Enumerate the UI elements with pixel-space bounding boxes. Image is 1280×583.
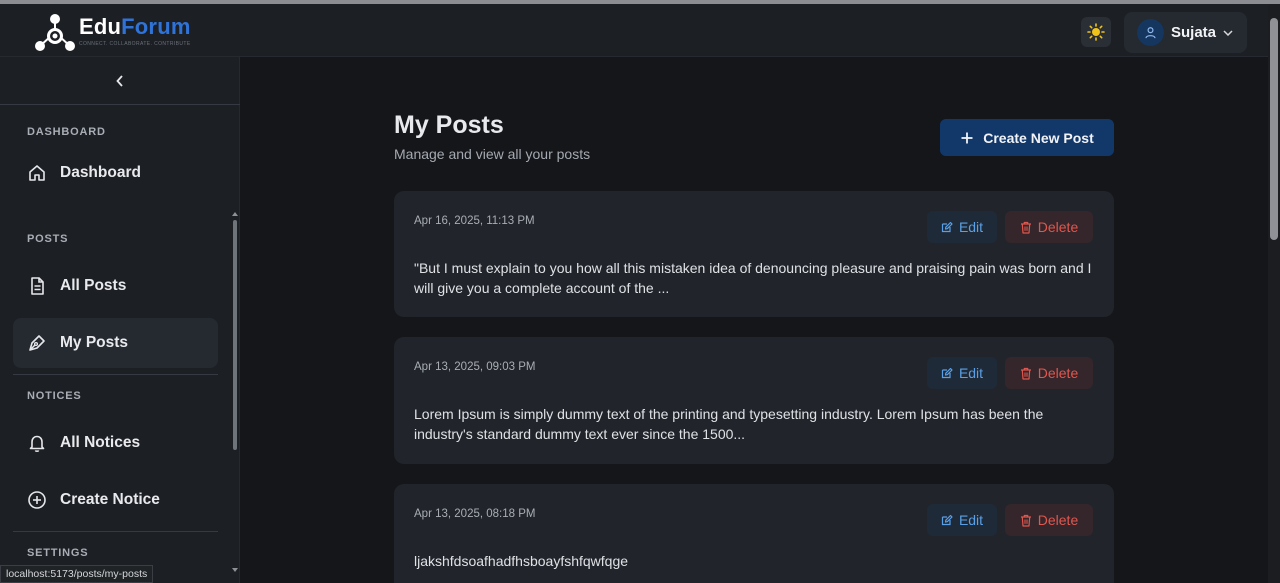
sidebar-item-label: Dashboard [60, 164, 141, 181]
section-label-posts: POSTS [27, 233, 69, 245]
app-logo[interactable]: EduForum CONNECT. COLLABORATE. CONTRIBUT… [34, 12, 191, 52]
top-navbar: EduForum CONNECT. COLLABORATE. CONTRIBUT… [0, 4, 1268, 57]
sidebar: DASHBOARD Dashboard POSTS All Posts My P… [0, 57, 240, 583]
trash-icon [1020, 514, 1031, 527]
edit-icon [941, 221, 953, 233]
user-menu-button[interactable]: Sujata [1124, 12, 1247, 53]
sidebar-item-label: All Notices [60, 434, 141, 451]
logo-tagline: CONNECT. COLLABORATE. CONTRIBUTE [79, 41, 191, 47]
post-date: Apr 13, 2025, 09:03 PM [414, 361, 536, 373]
document-icon [26, 275, 48, 297]
sidebar-item-my-posts[interactable]: My Posts [13, 318, 218, 368]
sidebar-item-create-notice[interactable]: Create Notice [13, 475, 218, 525]
theme-toggle-button[interactable] [1081, 17, 1111, 47]
post-card: Apr 13, 2025, 08:18 PM Edit Delete ljaks… [394, 484, 1114, 583]
chevron-left-icon [116, 74, 123, 87]
edit-button[interactable]: Edit [927, 357, 997, 389]
edit-icon [941, 367, 953, 379]
post-date: Apr 16, 2025, 11:13 PM [414, 215, 535, 227]
post-date: Apr 13, 2025, 08:18 PM [414, 508, 536, 520]
pen-icon [26, 332, 48, 354]
trash-icon [1020, 367, 1031, 380]
page-scrollbar[interactable] [1268, 4, 1280, 583]
sidebar-item-label: My Posts [60, 334, 129, 351]
sidebar-item-all-posts[interactable]: All Posts [13, 261, 218, 311]
sidebar-item-all-notices[interactable]: All Notices [13, 418, 218, 468]
delete-button[interactable]: Delete [1005, 504, 1093, 536]
post-excerpt: ljakshfdsoafhadfhsboayfshfqwfqge [414, 553, 629, 569]
chevron-down-icon [1223, 29, 1233, 36]
sidebar-item-label: Create Notice [60, 491, 160, 508]
sidebar-scrollbar[interactable] [231, 212, 239, 572]
post-card: Apr 13, 2025, 09:03 PM Edit Delete Lorem… [394, 337, 1114, 464]
trash-icon [1020, 221, 1031, 234]
edit-label: Edit [958, 365, 984, 381]
section-label-dashboard: DASHBOARD [27, 126, 106, 138]
sidebar-divider [13, 374, 218, 375]
sidebar-divider [13, 531, 218, 532]
logo-edu: Edu [79, 14, 122, 39]
edit-label: Edit [958, 219, 984, 235]
avatar [1137, 19, 1164, 46]
edit-label: Edit [958, 512, 984, 528]
status-bar-url: localhost:5173/posts/my-posts [0, 565, 154, 583]
edit-button[interactable]: Edit [927, 504, 997, 536]
sidebar-scrollbar-thumb[interactable] [233, 220, 237, 450]
home-icon [26, 162, 48, 184]
delete-button[interactable]: Delete [1005, 211, 1093, 243]
plus-circle-icon [26, 489, 48, 511]
page-scrollbar-thumb[interactable] [1270, 18, 1278, 240]
edit-button[interactable]: Edit [927, 211, 997, 243]
section-label-settings: SETTINGS [27, 547, 89, 559]
section-label-notices: NOTICES [27, 390, 82, 402]
user-name: Sujata [1171, 24, 1217, 41]
bell-icon [26, 432, 48, 454]
sun-icon [1087, 23, 1105, 41]
post-card: Apr 16, 2025, 11:13 PM Edit Delete "But … [394, 191, 1114, 317]
delete-label: Delete [1037, 512, 1079, 528]
plus-icon [961, 132, 973, 143]
create-new-post-button[interactable]: Create New Post [940, 119, 1114, 156]
create-new-post-label: Create New Post [983, 129, 1094, 146]
scroll-down-icon[interactable] [232, 568, 238, 572]
page-title: My Posts [394, 111, 504, 139]
sidebar-item-dashboard[interactable]: Dashboard [13, 148, 218, 198]
user-icon [1145, 27, 1156, 39]
edit-icon [941, 514, 953, 526]
delete-label: Delete [1037, 219, 1079, 235]
page-subtitle: Manage and view all your posts [394, 146, 591, 162]
logo-network-icon [35, 14, 75, 51]
scroll-up-icon[interactable] [232, 212, 238, 216]
sidebar-item-label: All Posts [60, 277, 127, 294]
logo-wordmark: EduForum [79, 16, 191, 38]
post-excerpt: "But I must explain to you how all this … [414, 260, 1092, 296]
logo-forum: Forum [121, 14, 191, 39]
delete-button[interactable]: Delete [1005, 357, 1093, 389]
delete-label: Delete [1037, 365, 1079, 381]
sidebar-collapse-button[interactable] [0, 57, 240, 105]
post-excerpt: Lorem Ipsum is simply dummy text of the … [414, 406, 1044, 442]
